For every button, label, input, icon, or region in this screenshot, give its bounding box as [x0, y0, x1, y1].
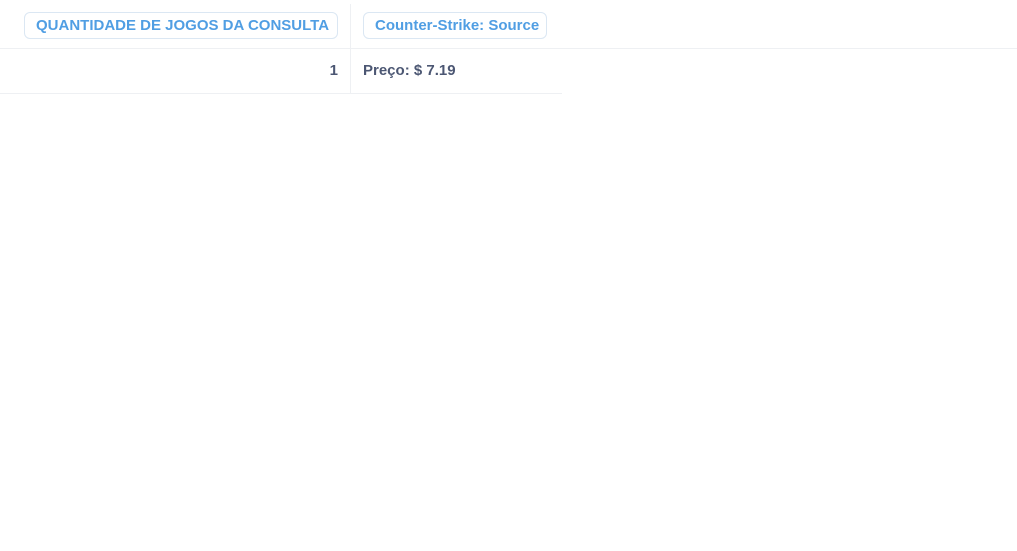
table-header-row: QUANTIDADE DE JOGOS DA CONSULTA Counter-…: [0, 0, 1017, 49]
column-header-quantidade[interactable]: QUANTIDADE DE JOGOS DA CONSULTA: [24, 12, 338, 39]
cell-preco[interactable]: Preço: $ 7.19: [363, 49, 553, 93]
table-row: 1 Preço: $ 7.19: [0, 49, 562, 94]
column-divider: [350, 4, 351, 94]
column-header-counter-strike-source[interactable]: Counter-Strike: Source: [363, 12, 547, 39]
cell-quantidade[interactable]: 1: [0, 49, 338, 93]
results-table: QUANTIDADE DE JOGOS DA CONSULTA Counter-…: [0, 0, 1017, 551]
